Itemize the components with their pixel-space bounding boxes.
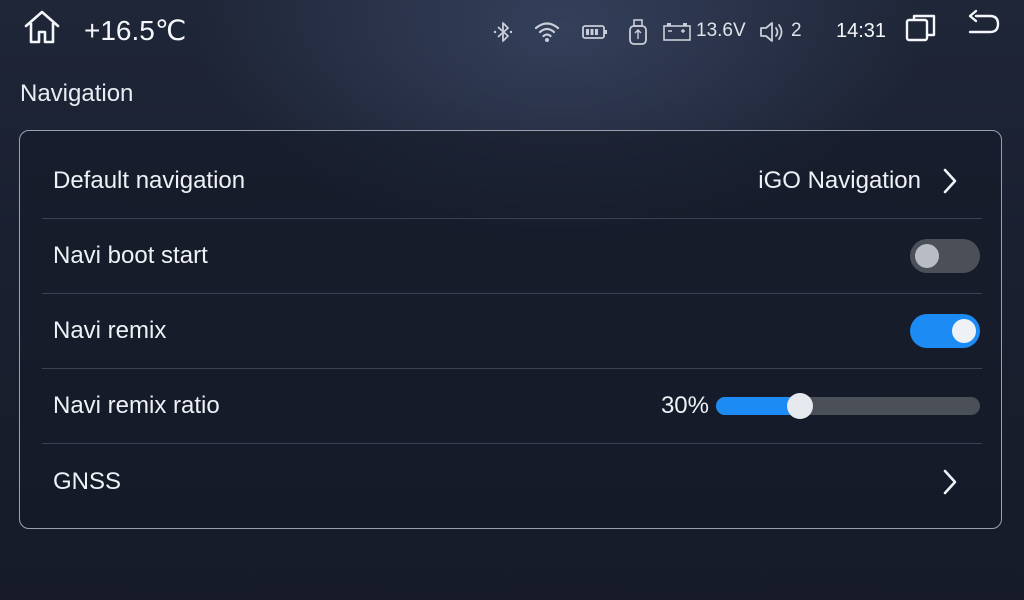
navi-remix-ratio-label: Navi remix ratio <box>53 392 220 419</box>
default-navigation-row[interactable]: Default navigation iGO Navigation <box>42 144 982 219</box>
default-navigation-label: Default navigation <box>53 167 246 194</box>
window-button[interactable] <box>903 10 939 46</box>
gnss-row[interactable]: GNSS <box>42 444 982 519</box>
toggle-knob <box>952 319 976 343</box>
navi-boot-start-label: Navi boot start <box>53 242 208 269</box>
bluetooth-icon <box>492 20 514 44</box>
gnss-label: GNSS <box>53 467 122 495</box>
volume-icon <box>758 19 786 45</box>
default-navigation-value: iGO Navigation <box>758 167 921 194</box>
section-title: Navigation <box>20 80 134 107</box>
navi-remix-ratio-row: Navi remix ratio 30% <box>42 369 982 444</box>
chevron-right-icon <box>943 168 957 194</box>
toggle-knob <box>915 244 939 268</box>
navi-remix-ratio-slider[interactable] <box>716 393 980 419</box>
navi-remix-label: Navi remix <box>53 317 167 344</box>
navi-boot-start-toggle[interactable] <box>910 239 980 273</box>
volume-level: 2 <box>791 20 802 41</box>
slider-thumb[interactable] <box>787 393 814 419</box>
temperature-readout: +16.5℃ <box>84 15 187 46</box>
wifi-icon <box>533 20 561 44</box>
chevron-right-icon <box>943 469 957 494</box>
battery-icon <box>581 22 609 42</box>
navi-remix-row: Navi remix <box>42 294 982 369</box>
back-button[interactable] <box>964 8 1004 44</box>
home-icon <box>24 10 60 44</box>
status-bar: +16.5℃ 13.6V 2 14:31 <box>0 0 1024 62</box>
back-icon <box>968 9 1000 34</box>
navi-remix-toggle[interactable] <box>910 314 980 348</box>
navi-boot-start-row: Navi boot start <box>42 219 982 294</box>
window-icon <box>905 14 936 42</box>
car-battery-icon <box>662 20 692 44</box>
home-button[interactable] <box>22 8 62 48</box>
voltage-readout: 13.6V <box>696 20 746 41</box>
usb-icon <box>626 18 650 46</box>
clock: 14:31 <box>836 20 887 42</box>
navi-remix-ratio-value: 30% <box>660 392 709 419</box>
settings-card: Default navigation iGO Navigation Navi b… <box>19 130 1002 529</box>
